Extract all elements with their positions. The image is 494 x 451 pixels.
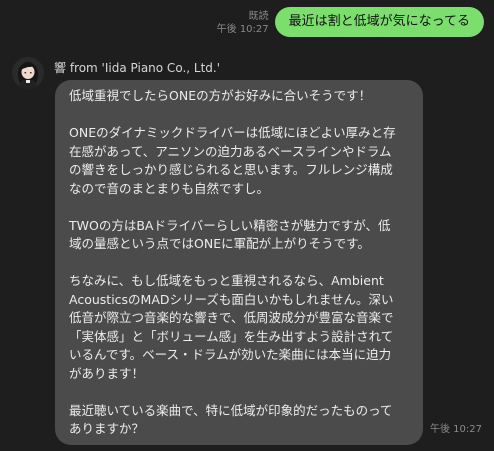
message-paragraph: 低域重視でしたらONEの方がお好みに合いそうです！ [69,88,372,103]
message-paragraph: 最近聴いている楽曲で、特に低域が印象的だったものって ありますか？ [69,402,393,437]
message-paragraph: ちなみに、もし低域をもっと重視されるなら、Ambient AcousticsのM… [69,273,394,381]
outgoing-message-row: 既読 午後 10:27 最近は割と低域が気になってる [217,7,484,37]
sender-name: 響 from 'Iida Piano Co., Ltd.' [54,61,221,75]
incoming-message-bubble[interactable]: 低域重視でしたらONEの方がお好みに合いそうです！ ONEのダイナミックドライバ… [55,80,423,445]
outgoing-timestamp: 午後 10:27 [216,24,269,35]
read-receipt: 既読 [248,11,269,22]
outgoing-message-bubble[interactable]: 最近は割と低域が気になってる [274,7,484,37]
avatar-character-icon [12,57,44,89]
message-paragraph: ONEのダイナミックドライバーは低域にほどよい厚みと存 在感があって、アニソンの… [69,125,396,196]
incoming-timestamp: 午後 10:27 [430,424,482,435]
sender-avatar[interactable] [12,57,44,89]
outgoing-message-meta: 既読 午後 10:27 [217,10,269,36]
message-paragraph: TWOの方はBAドライバーらしい精密さが魅力ですが、低 域の量感という点ではON… [69,217,391,252]
chat-window: 既読 午後 10:27 最近は割と低域が気になってる 響 from 'Iida … [0,0,494,451]
